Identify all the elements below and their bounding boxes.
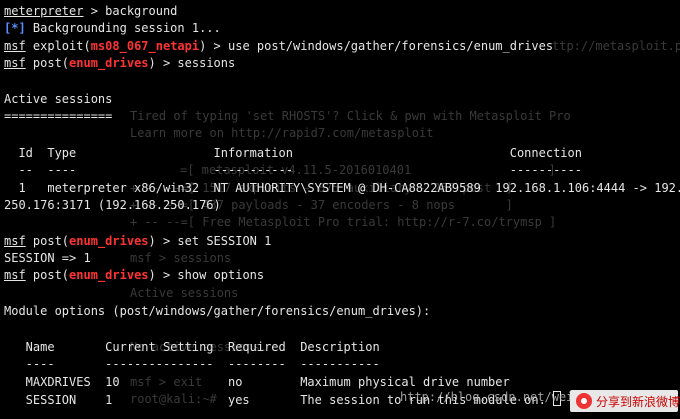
ghost-text-line: + -- --=[ Free Metasploit Pro trial: htt… [130, 215, 557, 229]
ghost-text-line: Learn more on http://rapid7.com/metasplo… [130, 126, 434, 140]
terminal-line: Name Current Setting Required Descriptio… [4, 340, 380, 354]
terminal-line: Module options (post/windows/gather/fore… [4, 304, 431, 318]
ghost-text-line: Tired of typing 'set RHOSTS'? Click & pw… [130, 109, 571, 123]
terminal-line: ---- --------------- -------- ----------… [4, 357, 380, 371]
terminal-line: 1 meterpreter x86/win32 NT AUTHORITY\SYS… [4, 181, 680, 195]
terminal-line: MAXDRIVES 10 no Maximum physical drive n… [4, 375, 510, 389]
watermark-url: http://blog.csdn.net/wei [400, 390, 574, 404]
weibo-logo-icon [576, 393, 592, 409]
terminal-window[interactable]: ttp://metasploit.pro Tired of typing 'set… [0, 0, 680, 419]
share-weibo-label: 分享到新浪微博 [596, 395, 680, 409]
ghost-text-line: Active sessions [130, 286, 239, 300]
terminal-line: msf post(enum_drives) > sessions [4, 56, 236, 70]
terminal-line: Id Type Information Connection [4, 146, 582, 160]
terminal-line: SESSION => 1 [4, 251, 91, 265]
terminal-line: -- ---- ----------- ---------- [4, 163, 582, 177]
share-weibo-badge[interactable]: 分享到新浪微博 [570, 390, 680, 412]
terminal-line: Active sessions [4, 92, 113, 106]
ghost-text-line: msf > sessions [130, 251, 232, 265]
terminal-line: msf exploit(ms08_067_netapi) > use post/… [4, 39, 554, 53]
terminal-line: msf post(enum_drives) > show options [4, 268, 265, 282]
terminal-line: [*] Backgrounding session 1... [4, 21, 221, 35]
terminal-line: meterpreter > background [4, 4, 178, 18]
terminal-line: msf post(enum_drives) > set SESSION 1 [4, 234, 272, 248]
terminal-line: =============== [4, 109, 113, 123]
ghost-text-line: ttp://metasploit.pro [552, 39, 680, 53]
terminal-line: 250.176:3171 (192.168.250.176) [4, 198, 221, 212]
